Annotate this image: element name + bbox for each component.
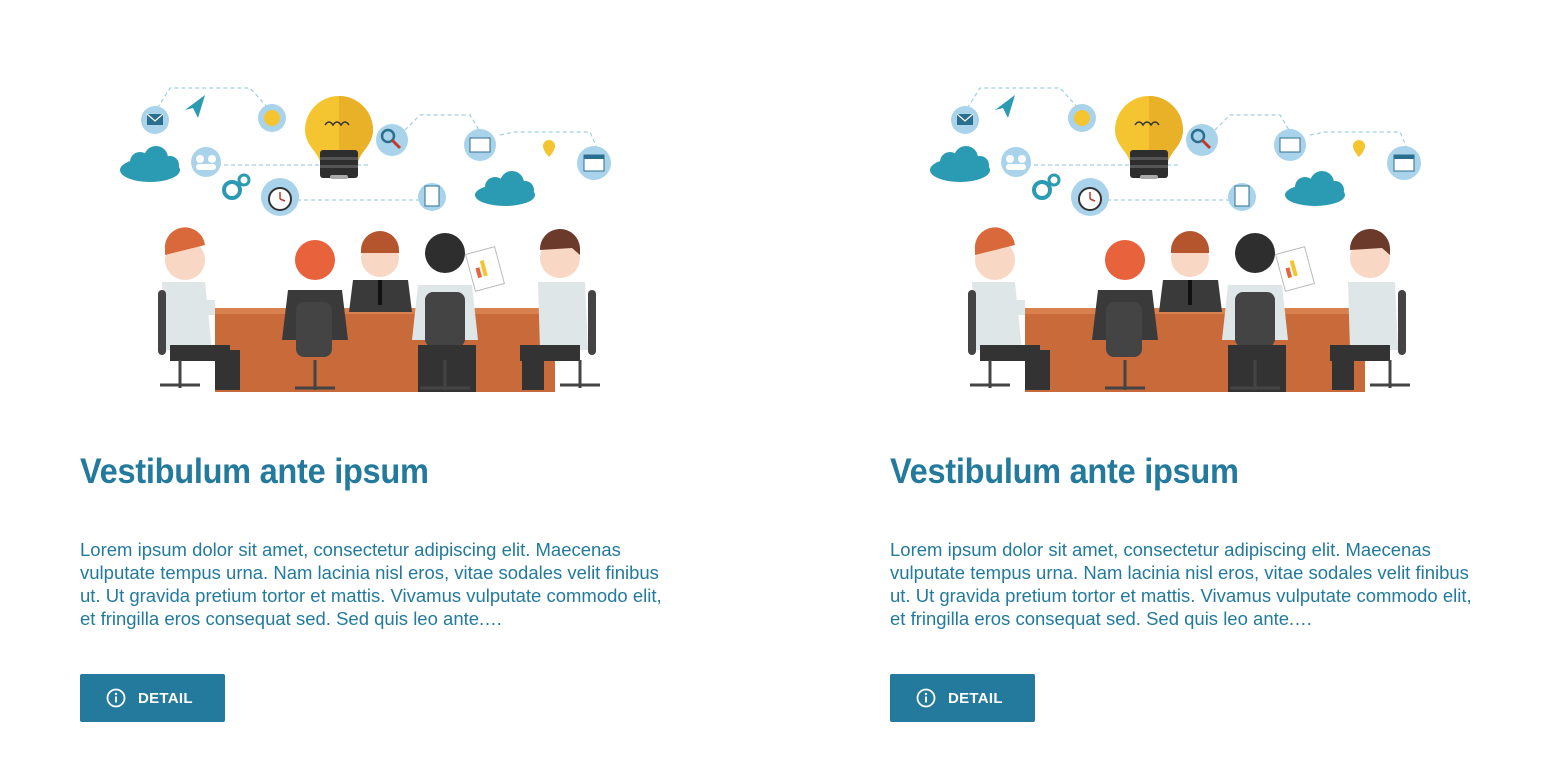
- team-meeting-illustration: [120, 87, 611, 392]
- info-icon: [916, 688, 936, 708]
- card-title: Vestibulum ante ipsum: [890, 452, 1239, 491]
- detail-button-label: DETAIL: [138, 689, 193, 707]
- card-description: Lorem ipsum dolor sit amet, consectetur …: [890, 539, 1472, 629]
- card: Vestibulum ante ipsum Lorem ipsum dolor …: [890, 0, 1490, 782]
- team-meeting-illustration: [930, 87, 1421, 392]
- card-title: Vestibulum ante ipsum: [80, 452, 429, 491]
- info-icon: [106, 688, 126, 708]
- detail-button[interactable]: DETAIL: [80, 674, 225, 722]
- detail-button[interactable]: DETAIL: [890, 674, 1035, 722]
- card-description: Lorem ipsum dolor sit amet, consectetur …: [80, 539, 662, 629]
- card: Vestibulum ante ipsum Lorem ipsum dolor …: [80, 0, 680, 782]
- detail-button-label: DETAIL: [948, 689, 1003, 707]
